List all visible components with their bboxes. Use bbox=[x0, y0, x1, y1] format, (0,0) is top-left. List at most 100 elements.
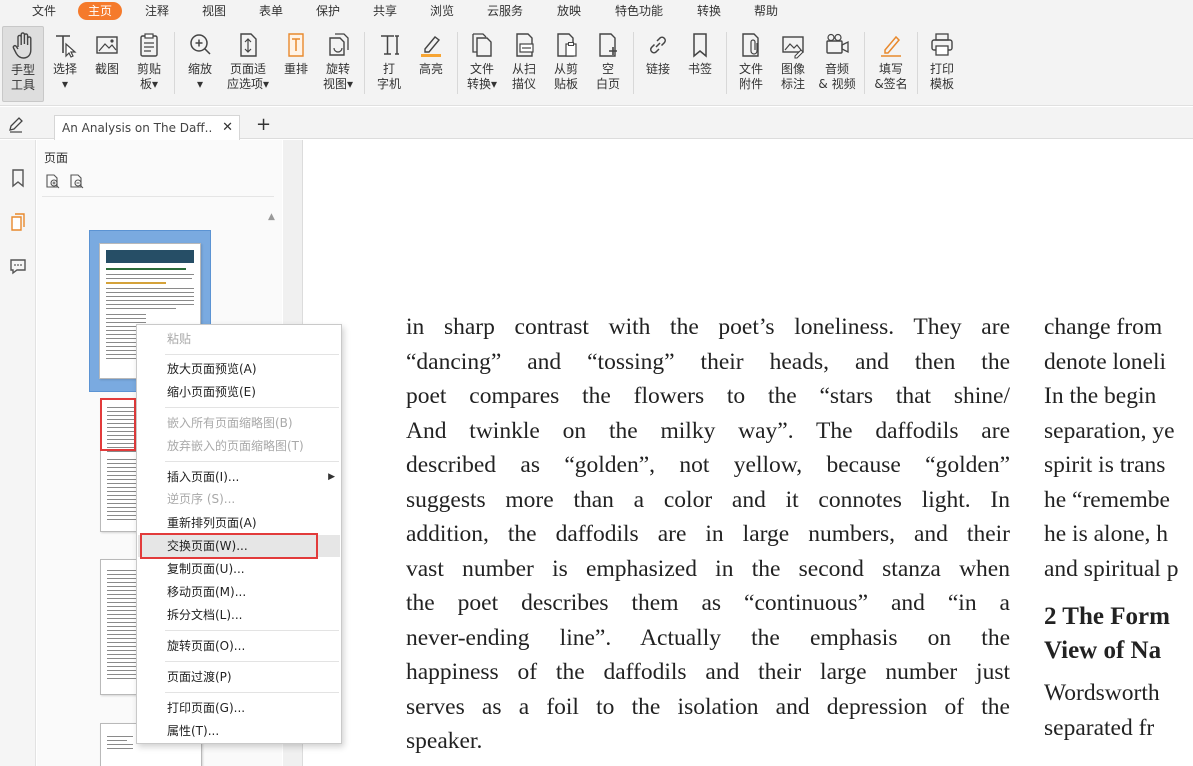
bookmark-label: 书签 bbox=[687, 62, 712, 76]
enlarge-thumbnail-icon[interactable] bbox=[45, 173, 61, 189]
highlight-icon bbox=[421, 36, 441, 57]
audio-video-label: 音频 & 视频 bbox=[818, 62, 856, 91]
menu-item-insert-pages-label: 插入页面(I)... bbox=[167, 470, 240, 484]
text-line: serves as a foil to the isolation and de… bbox=[406, 693, 1010, 720]
blank-page-button[interactable]: 空 白页 bbox=[587, 26, 629, 102]
ribbon-separator bbox=[917, 32, 918, 94]
menu-item-split-document[interactable]: 拆分文档(L)... bbox=[138, 604, 340, 626]
image-annotation-button[interactable]: 图像 标注 bbox=[772, 26, 814, 102]
audio-video-button[interactable]: 音频 & 视频 bbox=[814, 26, 860, 102]
bookmark-panel-icon[interactable] bbox=[8, 168, 28, 188]
blank-page-label: 空 白页 bbox=[595, 62, 620, 91]
print-template-label: 打印 模板 bbox=[929, 62, 954, 91]
zoom-button[interactable]: 缩放 ▾ bbox=[179, 26, 221, 102]
zoom-label: 缩放 ▾ bbox=[187, 62, 212, 91]
menu-item-page-transition[interactable]: 页面过渡(P) bbox=[138, 666, 340, 688]
rotate-view-label: 旋转 视图▾ bbox=[322, 62, 354, 91]
context-menu: 粘贴 放大页面预览(A) 缩小页面预览(E) 嵌入所有页面缩略图(B) 放弃嵌入… bbox=[136, 324, 342, 744]
document-tab-title: An Analysis on The Daff... bbox=[62, 121, 212, 135]
ribbon-separator bbox=[364, 32, 365, 94]
typewriter-label: 打 字机 bbox=[376, 62, 401, 91]
print-template-button[interactable]: 打印 模板 bbox=[921, 26, 963, 102]
menu-item-discard-thumbnails[interactable]: 放弃嵌入的页面缩略图(T) bbox=[138, 435, 340, 457]
close-tab-icon[interactable]: ✕ bbox=[222, 120, 233, 135]
text-line: In the begin bbox=[1044, 383, 1157, 409]
ribbon-separator bbox=[726, 32, 727, 94]
comments-panel-icon[interactable] bbox=[8, 256, 28, 276]
fit-page-button[interactable]: 页面适 应选项▾ bbox=[224, 26, 272, 102]
bookmark-button[interactable]: 书签 bbox=[679, 26, 721, 102]
document-view: in sharp contrast with the poet’s loneli… bbox=[304, 140, 1193, 766]
text-line: separated fr bbox=[1044, 714, 1155, 741]
menu-bar: 文件 主页 注释 视图 表单 保护 共享 浏览 云服务 放映 特色功能 转换 帮… bbox=[0, 0, 1193, 22]
text-line: spirit is trans bbox=[1044, 452, 1166, 478]
text-line: described as “golden”, not yellow, becau… bbox=[406, 452, 1010, 478]
text-line: “dancing” and “tossing” their heads, and… bbox=[406, 348, 1010, 375]
select-cursor-icon bbox=[56, 35, 77, 58]
scroll-up-icon[interactable]: ▲ bbox=[268, 212, 275, 222]
menu-item-print-pages[interactable]: 打印页面(G)... bbox=[138, 697, 340, 719]
highlight-button[interactable]: 高亮 bbox=[410, 26, 452, 102]
screenshot-button[interactable]: 截图 bbox=[86, 26, 128, 102]
text-line: he “remembe bbox=[1044, 486, 1170, 513]
file-attachment-button[interactable]: 文件 附件 bbox=[730, 26, 772, 102]
menu-item-move-pages[interactable]: 移动页面(M)... bbox=[138, 581, 340, 603]
menu-file[interactable]: 文件 bbox=[32, 2, 56, 20]
typewriter-button[interactable]: 打 字机 bbox=[368, 26, 410, 102]
document-tab-bar: An Analysis on The Daff... ✕ + bbox=[0, 107, 1193, 140]
document-tab[interactable]: An Analysis on The Daff... ✕ bbox=[54, 115, 240, 140]
menu-item-rearrange-pages[interactable]: 重新排列页面(A) bbox=[138, 512, 340, 534]
screenshot-icon bbox=[96, 36, 118, 54]
menu-form[interactable]: 表单 bbox=[259, 2, 283, 20]
menu-features[interactable]: 特色功能 bbox=[615, 2, 663, 20]
select-label: 选择 ▾ bbox=[52, 62, 77, 91]
text-line: change from bbox=[1044, 314, 1163, 340]
bookmark-icon bbox=[693, 33, 707, 58]
menu-item-insert-pages[interactable]: 插入页面(I)... ▶ bbox=[138, 466, 340, 488]
menu-slideshow[interactable]: 放映 bbox=[557, 2, 581, 20]
menu-item-shrink-preview[interactable]: 缩小页面预览(E) bbox=[138, 381, 340, 403]
text-line: and spiritual p bbox=[1044, 555, 1179, 582]
menu-home[interactable]: 主页 bbox=[78, 2, 123, 20]
new-tab-button[interactable]: + bbox=[256, 114, 271, 135]
menu-share[interactable]: 共享 bbox=[373, 2, 397, 20]
shrink-thumbnail-icon[interactable] bbox=[69, 173, 85, 189]
menu-item-properties[interactable]: 属性(T)... bbox=[138, 720, 340, 742]
panel-divider bbox=[42, 196, 274, 197]
hand-icon bbox=[12, 32, 32, 59]
menu-item-duplicate-pages[interactable]: 复制页面(U)... bbox=[138, 558, 340, 580]
from-clipboard-button[interactable]: 从剪 贴板 bbox=[545, 26, 587, 102]
fill-sign-button[interactable]: 填写 &签名 bbox=[868, 26, 914, 102]
menu-item-embed-thumbnails[interactable]: 嵌入所有页面缩略图(B) bbox=[138, 412, 340, 434]
reflow-icon bbox=[288, 33, 304, 57]
menu-browse[interactable]: 浏览 bbox=[430, 2, 454, 20]
submenu-arrow-icon: ▶ bbox=[328, 472, 335, 482]
file-convert-icon bbox=[472, 33, 492, 57]
menu-item-reverse-pages[interactable]: 逆页序 (S)... bbox=[138, 488, 340, 510]
menu-protect[interactable]: 保护 bbox=[316, 2, 340, 20]
clipboard-button[interactable]: 剪贴 板▾ bbox=[128, 26, 170, 102]
pages-panel-icon[interactable] bbox=[8, 212, 28, 232]
menu-convert[interactable]: 转换 bbox=[697, 2, 721, 20]
hand-tool-button[interactable]: 手型 工具 bbox=[2, 26, 44, 102]
menu-item-enlarge-preview[interactable]: 放大页面预览(A) bbox=[138, 358, 340, 380]
navigation-rail bbox=[0, 140, 36, 766]
menu-view[interactable]: 视图 bbox=[202, 2, 226, 20]
link-button[interactable]: 链接 bbox=[637, 26, 679, 102]
attachment-icon bbox=[742, 33, 759, 57]
from-scanner-button[interactable]: 从扫 描仪 bbox=[503, 26, 545, 102]
menu-annotate[interactable]: 注释 bbox=[145, 2, 169, 20]
typewriter-icon bbox=[381, 35, 399, 55]
text-line: happiness of the daffodils and their lar… bbox=[406, 659, 1010, 685]
rotate-view-button[interactable]: 旋转 视图▾ bbox=[317, 26, 359, 102]
menu-item-paste[interactable]: 粘贴 bbox=[138, 328, 340, 350]
menu-separator bbox=[165, 461, 339, 462]
from-clipboard-icon bbox=[557, 33, 577, 57]
reflow-button[interactable]: 重排 bbox=[275, 26, 317, 102]
menu-help[interactable]: 帮助 bbox=[754, 2, 778, 20]
pen-icon[interactable] bbox=[7, 116, 25, 134]
select-button[interactable]: 选择 ▾ bbox=[44, 26, 86, 102]
menu-cloud[interactable]: 云服务 bbox=[487, 2, 523, 20]
file-convert-button[interactable]: 文件 转换▾ bbox=[461, 26, 503, 102]
menu-item-rotate-pages[interactable]: 旋转页面(O)... bbox=[138, 635, 340, 657]
